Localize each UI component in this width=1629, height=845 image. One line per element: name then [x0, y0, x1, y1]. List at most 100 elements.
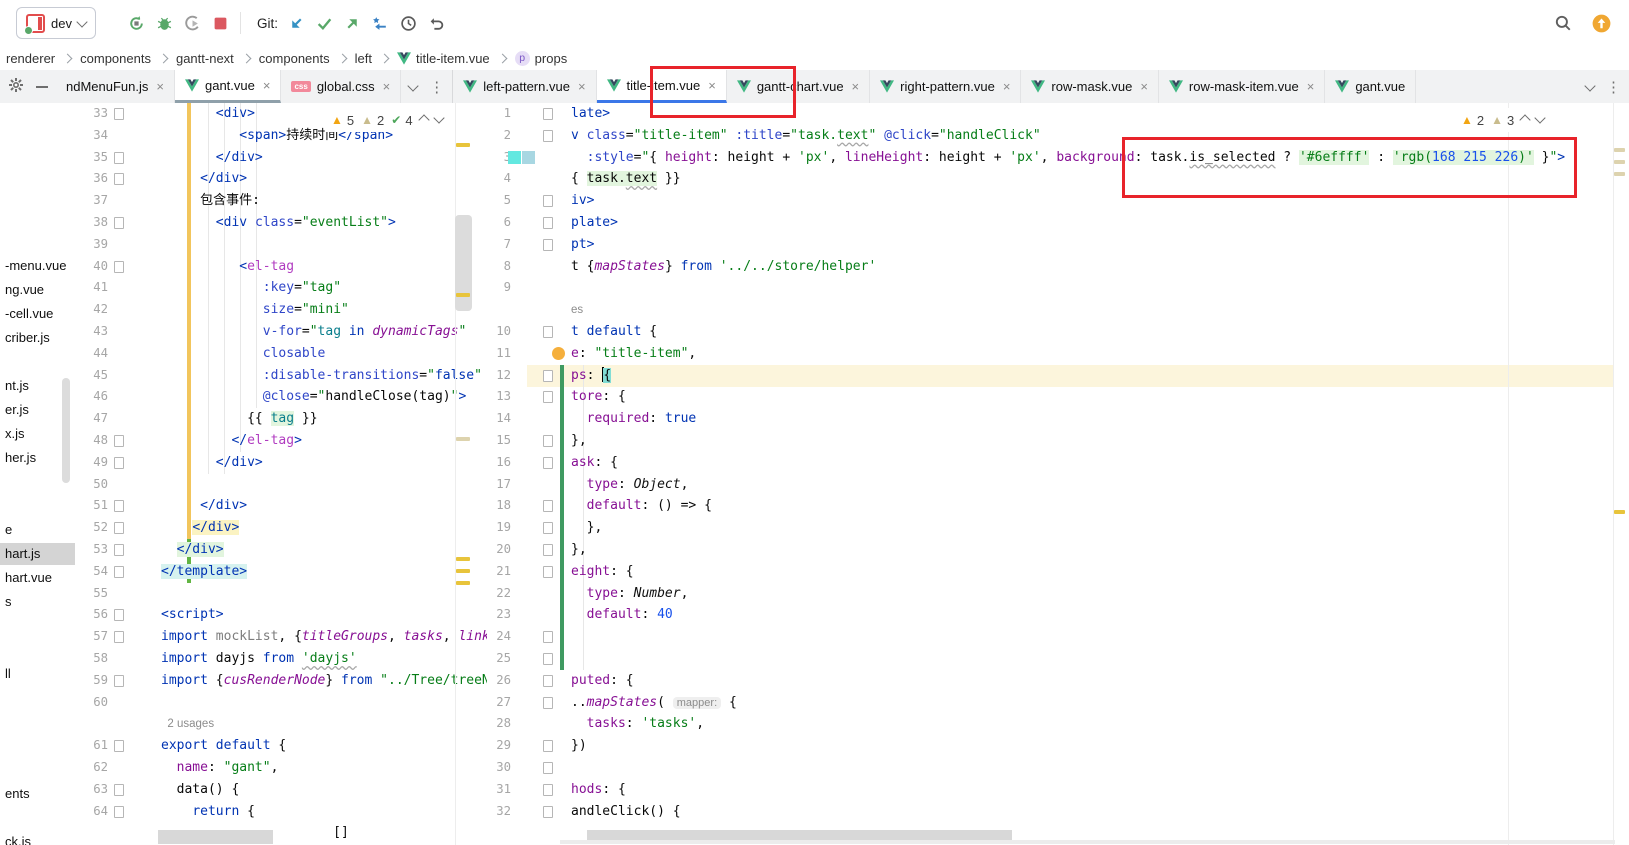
profile-icon[interactable] [178, 9, 206, 37]
intention-bulb-icon[interactable] [552, 347, 565, 360]
stripe-mark[interactable] [456, 581, 470, 585]
stripe-mark[interactable] [456, 293, 470, 297]
fold-marker-icon[interactable] [543, 500, 553, 512]
code-line[interactable]: 18 default: () => { [487, 495, 1629, 517]
code-line[interactable]: 13tore: { [487, 386, 1629, 408]
code-line[interactable]: [] [75, 822, 487, 844]
tab-global-css[interactable]: cssglobal.css× [281, 70, 401, 103]
tree-item[interactable]: ck.js [0, 831, 76, 845]
fold-marker-icon[interactable] [543, 435, 553, 447]
tree-item[interactable]: hart.vue [0, 567, 76, 589]
fold-marker-icon[interactable] [543, 522, 553, 534]
tab-gantt-chart-vue[interactable]: gantt-chart.vue× [727, 70, 870, 103]
rollback-icon[interactable] [422, 9, 450, 37]
fold-marker-icon[interactable] [543, 130, 553, 142]
stripe-mark[interactable] [456, 143, 470, 147]
tree-item[interactable]: e [0, 519, 76, 541]
fold-marker-icon[interactable] [114, 457, 124, 469]
code-line[interactable]: 55 [75, 583, 487, 605]
fold-marker-icon[interactable] [114, 544, 124, 556]
fold-marker-icon[interactable] [114, 784, 124, 796]
next-problem-icon[interactable] [1535, 112, 1546, 123]
chevron-down-icon[interactable] [408, 80, 419, 91]
code-line[interactable]: 49 </div> [75, 452, 487, 474]
close-icon[interactable]: × [708, 78, 716, 93]
code-line[interactable]: 29}) [487, 735, 1629, 757]
breadcrumb-item[interactable]: components [259, 51, 330, 66]
stripe-mark[interactable] [1614, 172, 1625, 176]
code-line[interactable]: 52 </div> [75, 517, 487, 539]
breadcrumb-item[interactable]: left [355, 51, 372, 66]
fold-marker-icon[interactable] [114, 675, 124, 687]
fold-marker-icon[interactable] [543, 806, 553, 818]
code-line[interactable]: 56<script> [75, 604, 487, 626]
code-line[interactable]: 50 [75, 474, 487, 496]
code-line[interactable]: 46 @close="handleClose(tag)"> [75, 386, 487, 408]
fold-marker-icon[interactable] [543, 239, 553, 251]
fold-marker-icon[interactable] [114, 435, 124, 447]
code-line[interactable]: 22 type: Number, [487, 583, 1629, 605]
code-line[interactable]: 11e: "title-item", [487, 343, 1629, 365]
code-line[interactable]: 47 {{ tag }} [75, 408, 487, 430]
code-line[interactable]: 3 :style="{ height: height + 'px', lineH… [487, 147, 1629, 169]
code-line[interactable]: 41 :key="tag" [75, 277, 487, 299]
tab-left-pattern-vue[interactable]: left-pattern.vue× [453, 70, 596, 103]
run-configuration-widget[interactable]: dev [16, 7, 96, 39]
tab-row-mask-item-vue[interactable]: row-mask-item.vue× [1159, 70, 1325, 103]
kebab-menu-icon[interactable]: ⋮ [429, 78, 444, 96]
tab-ndMenuFun-js[interactable]: ndMenuFun.js× [56, 70, 175, 103]
git-update-icon[interactable] [282, 9, 310, 37]
kebab-menu-icon[interactable]: ⋮ [1606, 78, 1621, 96]
code-line[interactable]: 17 type: Object, [487, 474, 1629, 496]
fold-marker-icon[interactable] [114, 173, 124, 185]
stripe-mark[interactable] [456, 437, 470, 441]
hide-icon[interactable] [36, 86, 48, 88]
breadcrumb-item[interactable]: pprops [515, 51, 568, 66]
code-line[interactable]: 21eight: { [487, 561, 1629, 583]
close-icon[interactable]: × [1140, 79, 1148, 94]
code-line[interactable]: 53 </div> [75, 539, 487, 561]
git-push-icon[interactable] [338, 9, 366, 37]
fold-marker-icon[interactable] [543, 326, 553, 338]
tree-scrollbar[interactable] [62, 378, 70, 483]
close-icon[interactable]: × [578, 79, 586, 94]
code-line[interactable]: 19 }, [487, 517, 1629, 539]
code-line[interactable]: 31hods: { [487, 779, 1629, 801]
code-line[interactable]: 27..mapStates( mapper: { [487, 692, 1629, 714]
fold-marker-icon[interactable] [543, 195, 553, 207]
code-line[interactable]: 42 size="mini" [75, 299, 487, 321]
code-line[interactable]: 60 [75, 692, 487, 714]
code-line[interactable]: 2 usages [75, 713, 487, 735]
code-line[interactable]: 62 name: "gant", [75, 757, 487, 779]
stripe-mark[interactable] [456, 557, 470, 561]
close-icon[interactable]: × [1307, 79, 1315, 94]
code-line[interactable]: 38 <div class="eventList"> [75, 212, 487, 234]
tree-item[interactable]: criber.js [0, 327, 76, 349]
code-line[interactable]: 8t {mapStates} from '../../store/helper' [487, 256, 1629, 278]
fold-marker-icon[interactable] [114, 566, 124, 578]
search-icon[interactable] [1549, 9, 1577, 37]
fold-marker-icon[interactable] [114, 217, 124, 229]
fold-marker-icon[interactable] [543, 566, 553, 578]
code-line[interactable]: 14 required: true [487, 408, 1629, 430]
fold-marker-icon[interactable] [114, 261, 124, 273]
fold-marker-icon[interactable] [114, 806, 124, 818]
code-line[interactable]: 58import dayjs from 'dayjs' [75, 648, 487, 670]
fold-marker-icon[interactable] [543, 457, 553, 469]
tree-item[interactable]: -cell.vue [0, 303, 76, 325]
code-line[interactable]: 7pt> [487, 234, 1629, 256]
fold-marker-icon[interactable] [114, 631, 124, 643]
prev-problem-icon[interactable] [1520, 114, 1531, 125]
gear-icon[interactable] [8, 77, 24, 96]
close-icon[interactable]: × [263, 78, 271, 93]
code-line[interactable]: 10t default { [487, 321, 1629, 343]
tab-title-item-vue[interactable]: title-item.vue× [597, 70, 727, 103]
code-line[interactable]: 28 tasks: 'tasks', [487, 713, 1629, 735]
code-line[interactable]: 30 [487, 757, 1629, 779]
close-icon[interactable]: × [156, 79, 164, 94]
code-line[interactable]: 37 包含事件: [75, 190, 487, 212]
code-line[interactable]: 57import mockList, {titleGroups, tasks, … [75, 626, 487, 648]
code-line[interactable]: 23 default: 40 [487, 604, 1629, 626]
code-line[interactable]: 20}, [487, 539, 1629, 561]
code-line[interactable]: 43 v-for="tag in dynamicTags" [75, 321, 487, 343]
